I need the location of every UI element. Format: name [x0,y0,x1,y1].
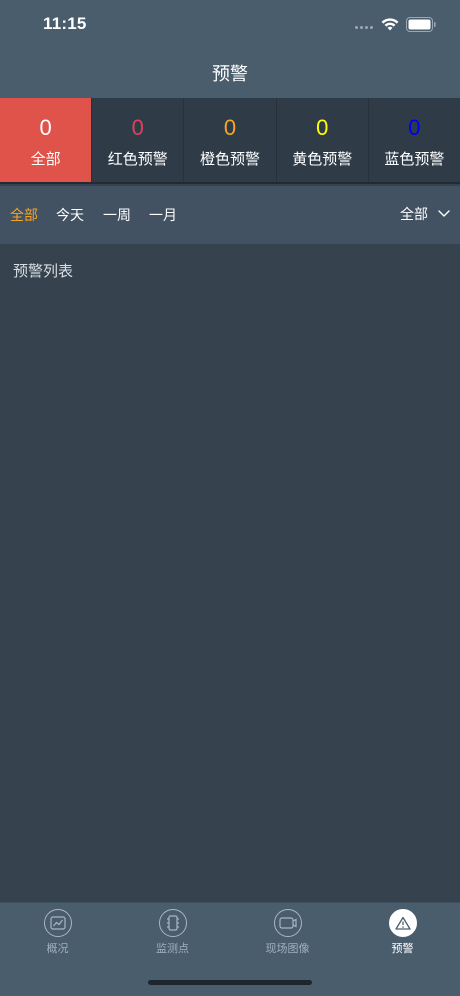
chevron-down-icon [438,210,450,217]
status-time: 11:15 [43,14,87,33]
stat-orange-count: 0 [223,115,237,140]
filter-all[interactable]: 全部 [10,205,38,225]
stat-yellow[interactable]: 0 黄色预警 [277,98,369,182]
stat-all-label: 全部 [30,150,61,168]
stat-red-label: 红色预警 [107,150,168,168]
tab-site-images-label: 现场图像 [265,942,310,955]
tab-site-images[interactable]: 现场图像 [230,909,345,956]
stat-all-count: 0 [39,115,52,140]
tab-warnings[interactable]: 预警 [345,909,460,956]
type-dropdown-value: 全部 [400,207,428,223]
status-bar: 11:15 [0,0,460,50]
tab-overview[interactable]: 概况 [0,909,115,956]
filter-today[interactable]: 今天 [56,205,84,225]
warning-summary: 0 全部 0 红色预警 0 橙色预警 0 黄色预警 0 蓝色预警 [0,98,460,184]
stat-yellow-count: 0 [316,115,329,140]
tab-overview-label: 概况 [46,942,69,955]
filter-bar: 全部 今天 一周 一月 全部 [0,186,460,244]
tab-warnings-label: 预警 [391,942,414,955]
stat-blue-count: 0 [408,115,421,140]
stat-orange[interactable]: 0 橙色预警 [184,98,277,182]
stat-red[interactable]: 0 红色预警 [92,98,185,182]
tab-monitor-points[interactable]: 监测点 [115,909,230,956]
tab-monitor-points-label: 监测点 [156,942,189,955]
home-indicator [148,980,312,985]
stat-yellow-label: 黄色预警 [292,150,353,168]
stat-red-count: 0 [131,115,144,140]
camera-icon [273,909,302,937]
warning-icon [388,909,417,937]
chart-icon [43,909,72,937]
cellular-signal-icon [355,26,375,31]
stat-blue-label: 蓝色预警 [384,150,445,168]
stat-orange-label: 橙色预警 [200,150,261,168]
filter-month[interactable]: 一月 [149,205,177,225]
device-icon [158,909,187,937]
stat-blue[interactable]: 0 蓝色预警 [369,98,460,182]
type-dropdown[interactable]: 全部 [400,203,450,225]
header: 11:15 预警 [0,0,460,98]
wifi-icon [381,18,399,31]
filter-week[interactable]: 一周 [103,205,131,225]
battery-icon [406,17,436,32]
stat-all[interactable]: 0 全部 [0,98,93,182]
warning-list-title: 预警列表 [13,262,74,280]
page-title: 预警 [212,64,248,85]
